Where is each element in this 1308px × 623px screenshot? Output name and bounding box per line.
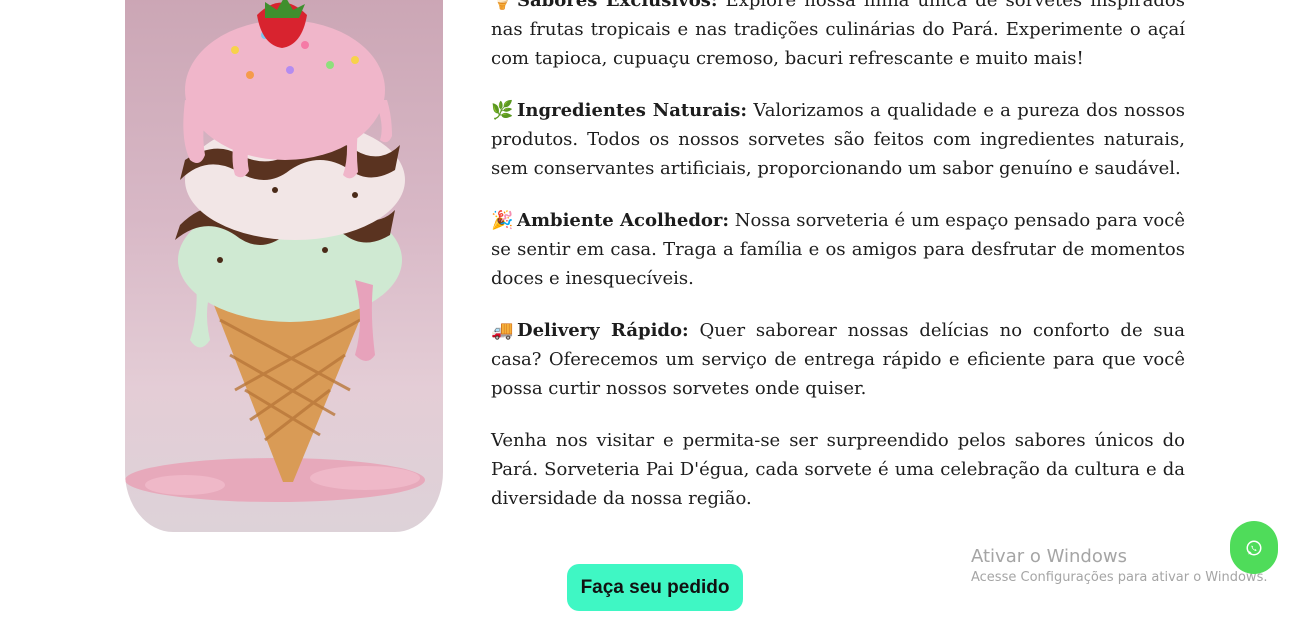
feature-title: Ingredientes Naturais: [517, 100, 748, 121]
feature-sabores: 🍦 Sabores Exclusivos: Explore nossa linha… [491, 0, 1185, 73]
whatsapp-icon [1246, 540, 1262, 555]
ice-cream-image [125, 0, 443, 532]
order-button[interactable]: Faça seu pedido [567, 564, 743, 611]
leaf-icon: 🌿 [491, 100, 514, 121]
ice-cream-icon: 🍦 [491, 0, 514, 11]
feature-title: Ambiente Acolhedor: [517, 210, 730, 231]
delivery-truck-icon: 🚚 [491, 320, 514, 341]
whatsapp-button[interactable] [1230, 521, 1278, 574]
feature-title: Sabores Exclusivos: [517, 0, 718, 11]
watermark-subtitle: Acesse Configurações para ativar o Windo… [971, 570, 1268, 585]
about-section: 🍦 Sabores Exclusivos: Explore nossa linha… [491, 0, 1185, 536]
feature-ambiente: 🎉 Ambiente Acolhedor: Nossa sorveteria é … [491, 206, 1185, 293]
feature-ingredientes: 🌿 Ingredientes Naturais: Valorizamos a qu… [491, 96, 1185, 183]
closing-text: Venha nos visitar e permita-se ser surpr… [491, 430, 1185, 509]
feature-delivery: 🚚 Delivery Rápido: Quer saborear nossas d… [491, 316, 1185, 403]
windows-activation-watermark: Ativar o Windows Acesse Configurações pa… [971, 545, 1267, 587]
party-popper-icon: 🎉 [491, 210, 514, 231]
feature-title: Delivery Rápido: [517, 320, 689, 341]
watermark-title: Ativar o Windows [971, 546, 1127, 567]
